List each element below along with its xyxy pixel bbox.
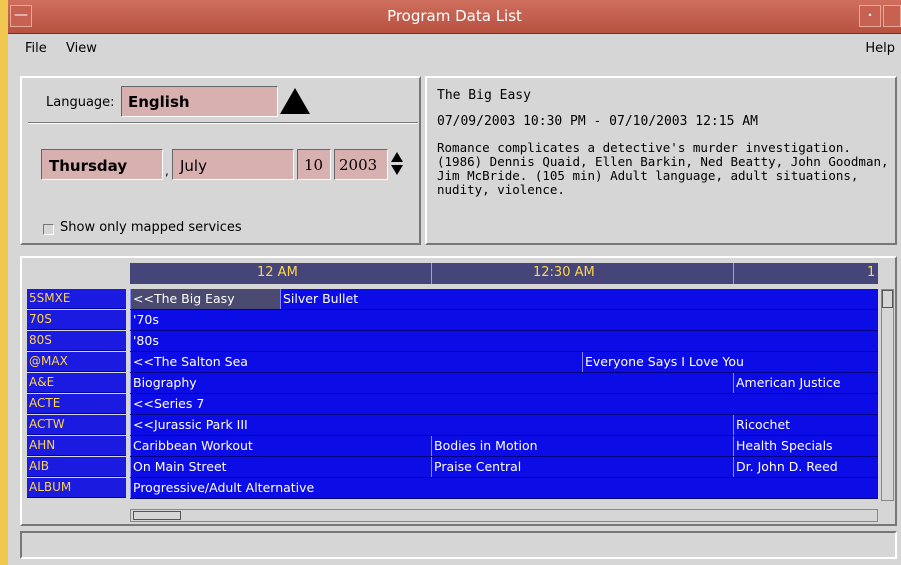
program-time-range: 07/09/2003 10:30 PM - 07/10/2003 12:15 A…: [437, 114, 758, 129]
window: — Program Data List • File View Help Lan…: [0, 0, 901, 565]
channel-label[interactable]: AHN: [27, 436, 126, 456]
minimize-button[interactable]: •: [859, 5, 881, 27]
vertical-scroll-thumb[interactable]: [882, 290, 893, 308]
show-mapped-checkbox[interactable]: [43, 224, 54, 235]
window-border: [0, 0, 8, 565]
program-strip: Progressive/Adult Alternative: [130, 478, 878, 499]
program-cell[interactable]: Silver Bullet: [280, 289, 878, 309]
program-strip: Biography American Justice: [130, 373, 878, 394]
window-title: Program Data List: [387, 7, 522, 25]
channel-label[interactable]: ALBUM: [27, 478, 126, 498]
program-description: Romance complicates a detective's murder…: [437, 140, 889, 197]
program-cell[interactable]: American Justice: [733, 373, 878, 393]
program-cell[interactable]: On Main Street: [130, 457, 431, 477]
program-cell[interactable]: Ricochet: [733, 415, 878, 435]
menu-view[interactable]: View: [66, 41, 97, 56]
program-cell[interactable]: '70s: [130, 310, 878, 330]
channel-label[interactable]: @MAX: [27, 352, 126, 372]
program-strip: Caribbean Workout Bodies in Motion Health …: [130, 436, 878, 457]
filter-panel: Language: English Thursday , July 10 200…: [20, 76, 421, 245]
program-strip: <<The Salton Sea Everyone Says I Love You: [130, 352, 878, 373]
program-cell[interactable]: Progressive/Adult Alternative: [130, 478, 878, 498]
program-cell[interactable]: Biography: [130, 373, 733, 393]
timeline-divider: [431, 263, 432, 284]
channel-label[interactable]: 70S: [27, 310, 126, 330]
channel-label[interactable]: ACTW: [27, 415, 126, 435]
program-guide-panel: 12 AM 12:30 AM 1 5SMXE <<The Big Easy Silv…: [20, 256, 897, 526]
date-spinner[interactable]: [390, 152, 404, 176]
program-cell-selected[interactable]: <<The Big Easy: [130, 289, 280, 309]
program-cell[interactable]: Caribbean Workout: [130, 436, 431, 456]
program-strip: '80s: [130, 331, 878, 352]
menu-help[interactable]: Help: [865, 41, 895, 56]
timeline-label: 12:30 AM: [533, 265, 595, 280]
program-strip: '70s: [130, 310, 878, 331]
day-field[interactable]: Thursday: [41, 149, 163, 180]
program-strip: <<Jurassic Park III Ricochet: [130, 415, 878, 436]
program-cell[interactable]: <<The Salton Sea: [130, 352, 582, 372]
date-separator: ,: [165, 164, 169, 178]
channel-label[interactable]: ACTE: [27, 394, 126, 414]
program-cell[interactable]: Praise Central: [431, 457, 733, 477]
program-cell[interactable]: <<Jurassic Park III: [130, 415, 733, 435]
date-field[interactable]: 10: [297, 149, 331, 180]
title-bar[interactable]: — Program Data List •: [8, 0, 901, 34]
program-cell[interactable]: Health Specials: [733, 436, 878, 456]
show-mapped-label: Show only mapped services: [60, 220, 242, 235]
menu-file[interactable]: File: [25, 41, 47, 56]
divider: [28, 122, 418, 124]
status-bar: [20, 531, 897, 559]
language-dropdown-arrow-icon[interactable]: [280, 88, 310, 114]
timeline-header: 12 AM 12:30 AM 1: [130, 263, 878, 284]
program-cell[interactable]: Bodies in Motion: [431, 436, 733, 456]
program-cell[interactable]: <<Series 7: [130, 394, 878, 414]
channel-label[interactable]: 80S: [27, 331, 126, 351]
maximize-button[interactable]: [883, 5, 901, 27]
horizontal-scroll-thumb[interactable]: [133, 511, 181, 520]
program-strip: <<Series 7: [130, 394, 878, 415]
year-field[interactable]: 2003: [334, 149, 388, 180]
timeline-divider: [733, 263, 734, 284]
menu-bar: File View Help: [8, 34, 901, 62]
channel-label[interactable]: 5SMXE: [27, 289, 126, 309]
program-details-panel: The Big Easy 07/09/2003 10:30 PM - 07/10…: [425, 76, 897, 245]
program-cell[interactable]: '80s: [130, 331, 878, 351]
spin-up-icon[interactable]: [391, 152, 403, 162]
spin-down-icon[interactable]: [391, 165, 403, 175]
horizontal-scrollbar[interactable]: [130, 509, 878, 522]
language-label: Language:: [46, 95, 115, 110]
vertical-scrollbar[interactable]: [881, 289, 894, 501]
month-field[interactable]: July: [172, 149, 294, 180]
timeline-label: 12 AM: [257, 265, 298, 280]
program-cell[interactable]: Dr. John D. Reed: [733, 457, 878, 477]
program-strip: On Main Street Praise Central Dr. John D. …: [130, 457, 878, 478]
language-field[interactable]: English: [121, 86, 278, 117]
program-title: The Big Easy: [437, 88, 531, 103]
channel-label[interactable]: A&E: [27, 373, 126, 393]
program-cell[interactable]: Everyone Says I Love You: [582, 352, 878, 372]
program-strip: <<The Big Easy Silver Bullet: [130, 289, 878, 310]
timeline-label: 1: [867, 265, 876, 280]
channel-label[interactable]: AIB: [27, 457, 126, 477]
